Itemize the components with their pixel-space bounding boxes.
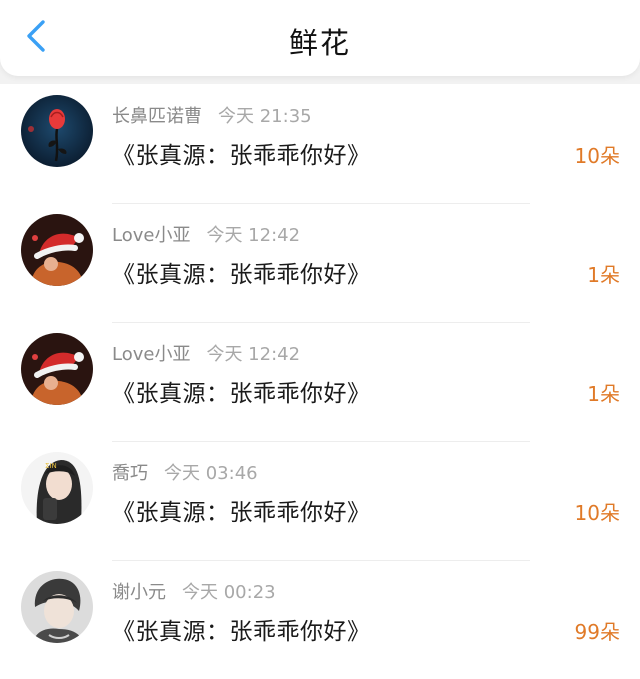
list-item[interactable]: 长鼻匹诺曹 今天 21:35 《张真源：张乖乖你好》 10朵 xyxy=(0,84,640,203)
timestamp: 今天 03:46 xyxy=(164,463,258,484)
item-meta: 长鼻匹诺曹 今天 21:35 xyxy=(112,102,312,128)
flower-count: 99朵 xyxy=(574,620,620,644)
message-text: 《张真源：张乖乖你好》 xyxy=(112,381,371,407)
item-meta: Love小亚 今天 12:42 xyxy=(112,340,300,366)
timestamp: 今天 00:23 xyxy=(182,582,276,603)
flower-count: 1朵 xyxy=(587,263,620,287)
girl-avatar[interactable]: ΣΙΝ xyxy=(21,452,93,524)
list-item[interactable]: ΣΙΝ 喬巧 今天 03:46 《张真源：张乖乖你好》 10朵 xyxy=(0,441,640,560)
list-item[interactable]: 谢小元 今天 00:23 《张真源：张乖乖你好》 99朵 xyxy=(0,560,640,679)
message-text: 《张真源：张乖乖你好》 xyxy=(112,143,371,169)
timestamp: 今天 21:35 xyxy=(218,106,312,127)
timestamp: 今天 12:42 xyxy=(206,225,301,246)
timestamp: 今天 12:42 xyxy=(206,344,301,365)
sender-name[interactable]: Love小亚 xyxy=(112,225,190,246)
page-title: 鲜花 xyxy=(288,26,351,60)
flower-count: 10朵 xyxy=(574,144,620,168)
svg-text:ΣΙΝ: ΣΙΝ xyxy=(45,462,57,470)
item-meta: 谢小元 今天 00:23 xyxy=(112,578,276,604)
list-item[interactable]: Love小亚 今天 12:42 《张真源：张乖乖你好》 1朵 xyxy=(0,203,640,322)
top-bar: 鲜花 xyxy=(0,0,640,76)
sender-name[interactable]: 谢小元 xyxy=(112,582,166,603)
flower-list: 长鼻匹诺曹 今天 21:35 《张真源：张乖乖你好》 10朵 Love小亚 今天 1… xyxy=(0,84,640,679)
santa-hat-avatar[interactable] xyxy=(21,214,93,286)
sender-name[interactable]: 长鼻匹诺曹 xyxy=(112,106,202,127)
item-meta: 喬巧 今天 03:46 xyxy=(112,459,258,485)
message-text: 《张真源：张乖乖你好》 xyxy=(112,262,371,288)
rose-avatar[interactable] xyxy=(21,95,93,167)
santa-hat-avatar[interactable] xyxy=(21,333,93,405)
sender-name[interactable]: Love小亚 xyxy=(112,344,190,365)
message-text: 《张真源：张乖乖你好》 xyxy=(112,500,371,526)
boy-avatar[interactable] xyxy=(21,571,93,643)
sender-name[interactable]: 喬巧 xyxy=(112,463,148,484)
flower-count: 10朵 xyxy=(574,501,620,525)
message-text: 《张真源：张乖乖你好》 xyxy=(112,619,371,645)
item-meta: Love小亚 今天 12:42 xyxy=(112,221,300,247)
list-item[interactable]: Love小亚 今天 12:42 《张真源：张乖乖你好》 1朵 xyxy=(0,322,640,441)
flower-count: 1朵 xyxy=(587,382,620,406)
